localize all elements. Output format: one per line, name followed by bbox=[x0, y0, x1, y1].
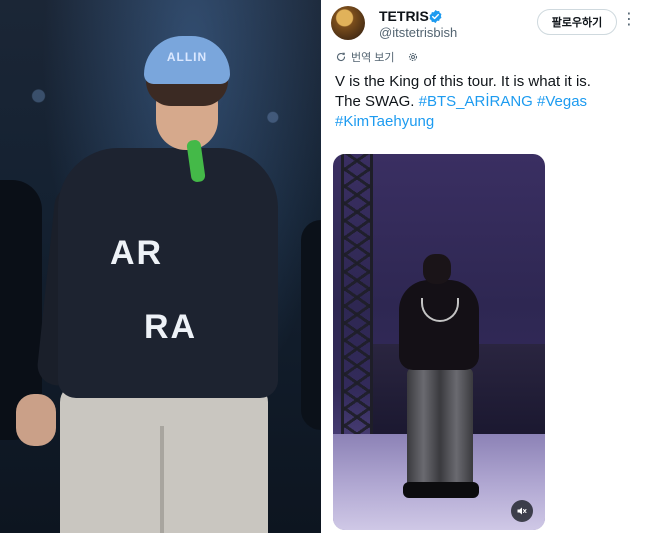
mute-button[interactable] bbox=[511, 500, 533, 522]
tweet-text-line1: V is the King of this tour. It is what i… bbox=[335, 73, 591, 90]
avatar[interactable] bbox=[331, 6, 365, 40]
pants bbox=[60, 384, 268, 533]
hand bbox=[16, 394, 56, 446]
tweet-text: V is the King of this tour. It is what i… bbox=[335, 72, 641, 132]
tweet-card: TETRIS @itstetrisbish 팔로우하기 ⋮ 번역 보기 V is… bbox=[321, 0, 647, 533]
handle[interactable]: @itstetrisbish bbox=[379, 25, 457, 40]
hashtags-line2[interactable]: #BTS_ARİRANG #Vegas bbox=[419, 93, 587, 110]
beanie-text: ALLIN bbox=[166, 50, 208, 64]
more-icon[interactable]: ⋮ bbox=[620, 9, 638, 31]
hoodie-print-line2: RA bbox=[144, 308, 198, 346]
hoodie-print-line1: AR bbox=[110, 234, 164, 272]
speaker-muted-icon bbox=[517, 507, 527, 515]
follow-button[interactable]: 팔로우하기 bbox=[537, 9, 617, 35]
tweet-video[interactable] bbox=[333, 154, 545, 530]
background-performer-right bbox=[301, 220, 321, 430]
translate-link[interactable]: 번역 보기 bbox=[335, 48, 419, 66]
gear-icon[interactable] bbox=[407, 51, 419, 63]
hashtag-kimtaehyung[interactable]: #KimTaehyung bbox=[335, 113, 434, 130]
video-performer bbox=[391, 254, 491, 504]
translate-icon bbox=[337, 52, 346, 62]
display-name[interactable]: TETRIS bbox=[379, 8, 429, 24]
hoodie: AR RA bbox=[58, 148, 278, 398]
stage-truss bbox=[341, 154, 373, 444]
singer-figure: AR RA ALLIN bbox=[16, 36, 282, 533]
translate-label: 번역 보기 bbox=[351, 52, 395, 64]
concert-photo: AR RA ALLIN bbox=[0, 0, 321, 533]
verified-badge-icon bbox=[429, 9, 442, 24]
tweet-text-line2: The SWAG. bbox=[335, 93, 419, 110]
